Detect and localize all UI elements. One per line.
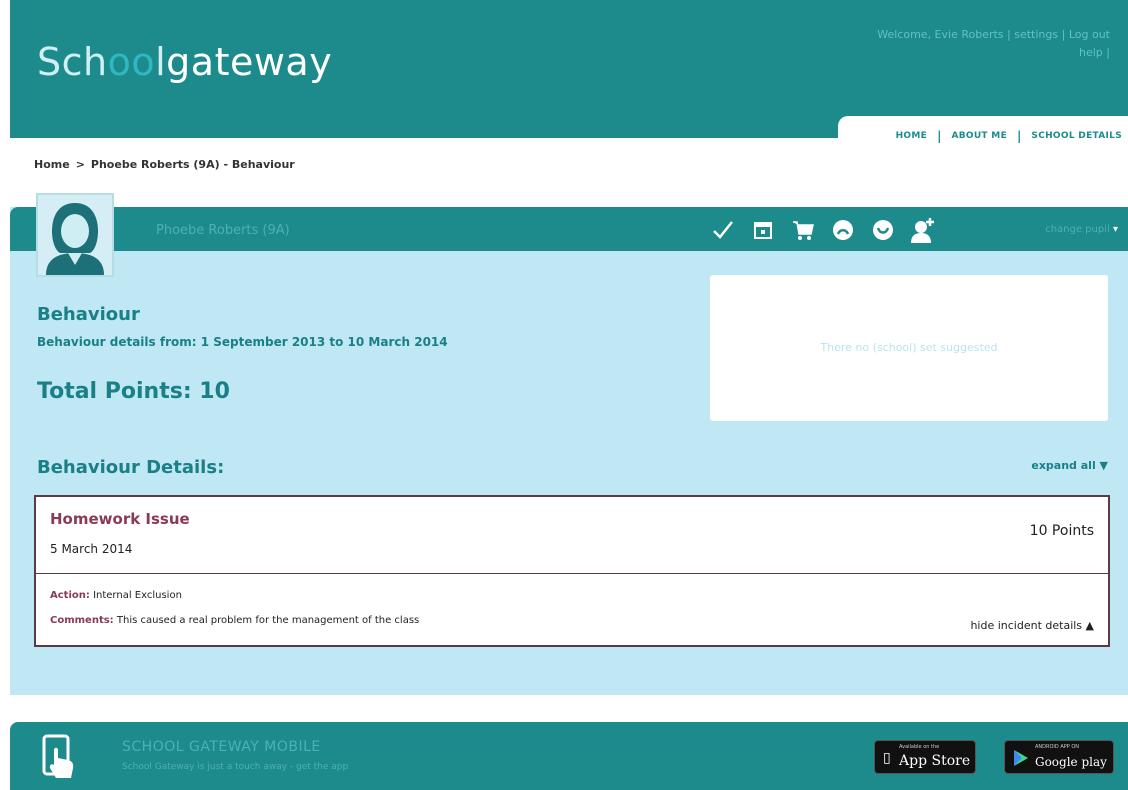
change-pupil-label: change pupil [1045, 224, 1110, 235]
date-range: Behaviour details from: 1 September 2013… [37, 335, 448, 349]
student-actions [705, 217, 945, 243]
calendar-icon[interactable] [745, 217, 781, 243]
change-pupil-dropdown[interactable]: change pupil ▾ [1045, 224, 1118, 235]
cart-icon[interactable] [785, 217, 821, 243]
breadcrumb-current: Phoebe Roberts (9A) - Behaviour [90, 158, 295, 171]
tab-about-me[interactable]: ABOUT ME [951, 131, 1007, 141]
incident-points: 10 Points [1029, 523, 1094, 539]
behaviour-panel: Phoebe Roberts (9A) change pupil ▾ Behav… [10, 193, 1128, 695]
student-bar: Phoebe Roberts (9A) change pupil ▾ [10, 193, 1128, 277]
google-play-small-text: ANDROID APP ON [1035, 744, 1080, 750]
total-points: Total Points: 10 [37, 379, 230, 404]
incident-date: 5 March 2014 [50, 542, 133, 556]
summary-placeholder: There no (school) set suggested [820, 341, 998, 354]
breadcrumb: Home > Phoebe Roberts (9A) - Behaviour [34, 158, 295, 171]
expand-all-button[interactable]: expand all ▼ [1031, 459, 1108, 472]
footer-subtitle: School Gateway is just a touch away - ge… [122, 762, 349, 772]
nav-divider: | [1017, 129, 1022, 143]
details-heading: Behaviour Details: [37, 457, 225, 478]
site-header: Schoolgateway Welcome, Evie Roberts | se… [10, 0, 1128, 156]
happy-face-icon[interactable] [865, 217, 901, 243]
google-play-badge[interactable]: ANDROID APP ON Google play [1004, 740, 1114, 774]
settings-link[interactable]: settings [1014, 28, 1058, 41]
incident-comments: Comments: This caused a real problem for… [50, 615, 419, 626]
summary-box: There no (school) set suggested [710, 275, 1108, 421]
app-store-small-text: Available on the [899, 744, 940, 750]
breadcrumb-home[interactable]: Home [34, 158, 70, 171]
google-play-text: Google play [1035, 755, 1107, 769]
hide-incident-details-button[interactable]: hide incident details ▲ [970, 619, 1094, 632]
chevron-down-icon: ▾ [1112, 224, 1118, 235]
logout-link[interactable]: Log out [1069, 28, 1110, 41]
account-links: Welcome, Evie Roberts | settings | Log o… [877, 28, 1110, 59]
incident-card: Homework Issue 5 March 2014 10 Points Ac… [34, 495, 1110, 647]
mobile-app-footer: SCHOOL GATEWAY MOBILE School Gateway is … [10, 722, 1128, 790]
nav-divider: | [937, 129, 942, 143]
main-nav: HOME | ABOUT ME | SCHOOL DETAILS [838, 116, 1128, 156]
apple-icon: ▯ [883, 750, 891, 766]
school-gateway-logo[interactable]: Schoolgateway [37, 40, 332, 84]
incident-divider [36, 573, 1108, 574]
student-name: Phoebe Roberts (9A) [156, 223, 290, 238]
check-icon[interactable] [705, 217, 741, 243]
breadcrumb-separator: > [75, 158, 85, 171]
tab-home[interactable]: HOME [896, 131, 928, 141]
incident-action: Action: Internal Exclusion [50, 590, 182, 601]
play-icon [1013, 749, 1029, 771]
tab-school-details[interactable]: SCHOOL DETAILS [1031, 131, 1122, 141]
phone-touch-icon [38, 732, 88, 782]
app-store-badge[interactable]: ▯ Available on the App Store [874, 740, 976, 774]
footer-title: SCHOOL GATEWAY MOBILE [122, 739, 321, 755]
app-store-text: App Store [899, 753, 971, 769]
action-label: Action: [50, 590, 90, 601]
comments-label: Comments: [50, 615, 114, 626]
welcome-text: Welcome, Evie Roberts [877, 28, 1004, 41]
incident-title[interactable]: Homework Issue [50, 510, 190, 528]
page-title: Behaviour [37, 304, 140, 325]
student-avatar [36, 193, 114, 277]
add-user-icon[interactable] [905, 217, 941, 243]
comments-value: This caused a real problem for the manag… [116, 615, 420, 626]
action-value: Internal Exclusion [93, 590, 182, 601]
help-link[interactable]: help [1079, 46, 1103, 59]
sad-face-icon[interactable] [825, 217, 861, 243]
